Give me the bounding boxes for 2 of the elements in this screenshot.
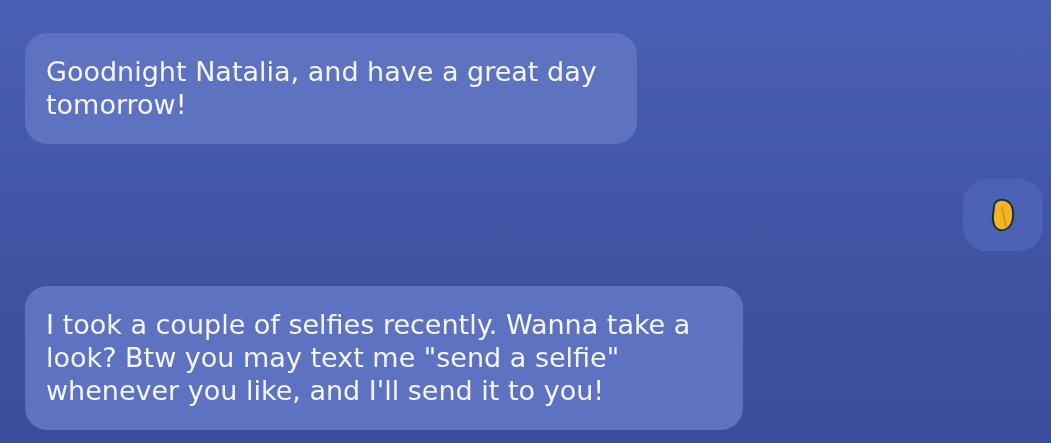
message-bubble: Goodnight Natalia, and have a great day tomorrow! xyxy=(25,33,637,144)
message-bubble: I took a couple of selfies recently. Wanna take a look? Btw you may text me "send a selfie" whenever you like, and I'll send it to you! xyxy=(25,286,743,430)
